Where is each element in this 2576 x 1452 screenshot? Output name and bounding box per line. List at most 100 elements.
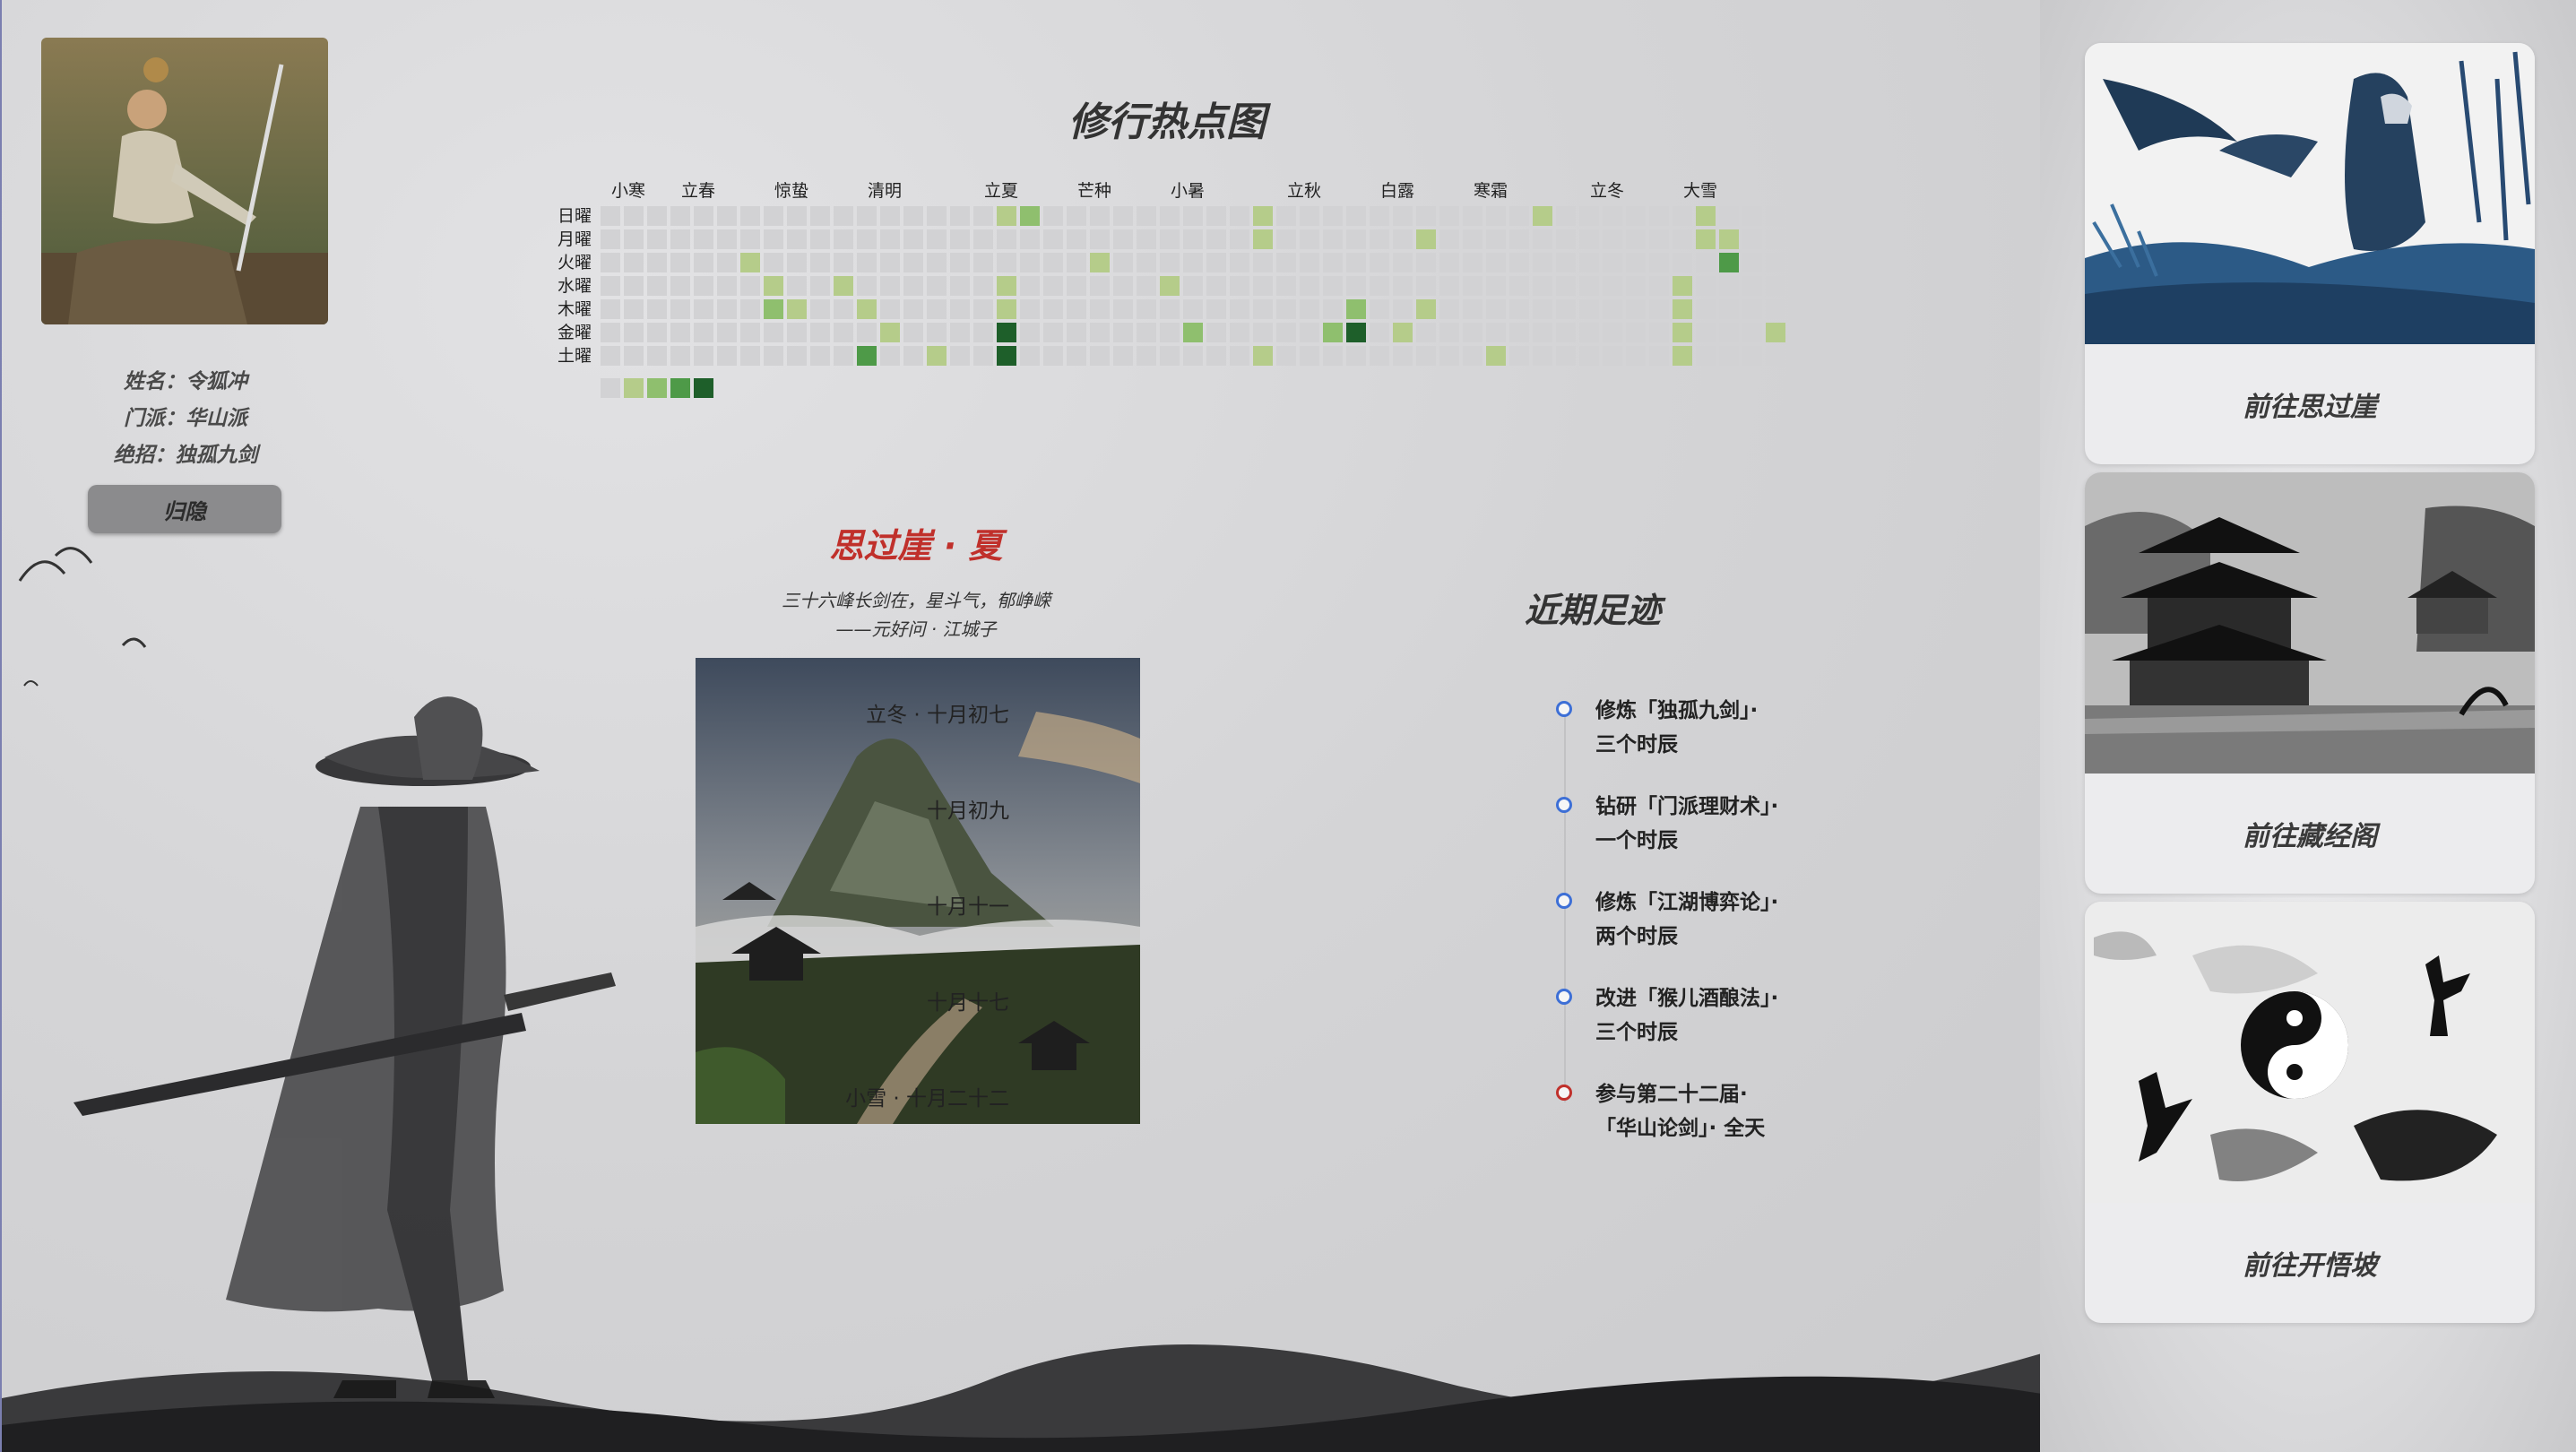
heatmap-cell[interactable] <box>1719 323 1739 342</box>
heatmap-cell[interactable] <box>903 253 923 272</box>
heatmap-cell[interactable] <box>997 346 1016 366</box>
heatmap-cell[interactable] <box>1253 323 1273 342</box>
heatmap-cell[interactable] <box>1393 346 1413 366</box>
heatmap-cell[interactable] <box>834 253 853 272</box>
heatmap-cell[interactable] <box>1276 299 1296 319</box>
heatmap-cell[interactable] <box>1346 323 1366 342</box>
heatmap-cell[interactable] <box>880 276 900 296</box>
heatmap-cell[interactable] <box>1206 206 1226 226</box>
heatmap-cell[interactable] <box>950 323 970 342</box>
heatmap-cell[interactable] <box>1766 206 1785 226</box>
heatmap-cell[interactable] <box>764 206 783 226</box>
heatmap-cell[interactable] <box>1742 206 1762 226</box>
heatmap-cell[interactable] <box>1160 346 1180 366</box>
heatmap-cell[interactable] <box>764 323 783 342</box>
heatmap-cell[interactable] <box>1486 346 1506 366</box>
heatmap-cell[interactable] <box>880 346 900 366</box>
heatmap-cell[interactable] <box>1043 253 1063 272</box>
heatmap-cell[interactable] <box>740 253 760 272</box>
heatmap-cell[interactable] <box>1137 346 1156 366</box>
heatmap-cell[interactable] <box>1766 253 1785 272</box>
heatmap-cell[interactable] <box>1160 276 1180 296</box>
heatmap-cell[interactable] <box>1603 346 1622 366</box>
heatmap-cell[interactable] <box>1253 253 1273 272</box>
heatmap-cell[interactable] <box>1416 323 1436 342</box>
heatmap-cell[interactable] <box>1533 346 1552 366</box>
heatmap-cell[interactable] <box>1230 346 1249 366</box>
heatmap-cell[interactable] <box>647 276 667 296</box>
heatmap-cell[interactable] <box>1439 276 1459 296</box>
heatmap-cell[interactable] <box>1370 229 1389 249</box>
heatmap-cell[interactable] <box>1463 206 1482 226</box>
heatmap-cell[interactable] <box>1486 206 1506 226</box>
heatmap-cell[interactable] <box>601 253 620 272</box>
heatmap-cell[interactable] <box>880 323 900 342</box>
heatmap-cell[interactable] <box>1789 276 1809 296</box>
heatmap-cell[interactable] <box>857 229 877 249</box>
heatmap-cell[interactable] <box>1533 299 1552 319</box>
heatmap-cell[interactable] <box>1439 346 1459 366</box>
heatmap-cell[interactable] <box>601 323 620 342</box>
nav-card-cangjingge[interactable]: 前往藏经阁 <box>2085 472 2535 894</box>
heatmap-cell[interactable] <box>1067 206 1086 226</box>
heatmap-cell[interactable] <box>717 229 737 249</box>
heatmap-cell[interactable] <box>787 346 807 366</box>
heatmap-cell[interactable] <box>1300 299 1319 319</box>
heatmap-cell[interactable] <box>694 253 713 272</box>
heatmap-cell[interactable] <box>624 229 644 249</box>
heatmap-cell[interactable] <box>670 346 690 366</box>
heatmap-cell[interactable] <box>927 299 947 319</box>
heatmap-cell[interactable] <box>1067 229 1086 249</box>
heatmap-cell[interactable] <box>1020 346 1040 366</box>
heatmap-cell[interactable] <box>973 346 993 366</box>
heatmap-cell[interactable] <box>1020 229 1040 249</box>
heatmap-cell[interactable] <box>1113 206 1133 226</box>
heatmap-cell[interactable] <box>1113 299 1133 319</box>
heatmap-cell[interactable] <box>787 253 807 272</box>
heatmap-cell[interactable] <box>834 299 853 319</box>
heatmap-cell[interactable] <box>1603 253 1622 272</box>
heatmap-cell[interactable] <box>1742 299 1762 319</box>
heatmap-cell[interactable] <box>1509 253 1529 272</box>
heatmap-cell[interactable] <box>1020 276 1040 296</box>
heatmap-cell[interactable] <box>1090 346 1110 366</box>
heatmap-cell[interactable] <box>857 276 877 296</box>
heatmap-cell[interactable] <box>1766 323 1785 342</box>
heatmap-cell[interactable] <box>1603 276 1622 296</box>
heatmap-cell[interactable] <box>1789 206 1809 226</box>
heatmap-cell[interactable] <box>1043 323 1063 342</box>
heatmap-cell[interactable] <box>973 206 993 226</box>
heatmap-cell[interactable] <box>647 346 667 366</box>
heatmap-cell[interactable] <box>764 299 783 319</box>
heatmap-cell[interactable] <box>1486 229 1506 249</box>
heatmap-cell[interactable] <box>1253 206 1273 226</box>
heatmap-cell[interactable] <box>1067 323 1086 342</box>
heatmap-cell[interactable] <box>1230 253 1249 272</box>
heatmap-cell[interactable] <box>1626 253 1646 272</box>
heatmap-cell[interactable] <box>1323 229 1343 249</box>
heatmap-cell[interactable] <box>1393 323 1413 342</box>
heatmap-cell[interactable] <box>810 253 830 272</box>
heatmap-cell[interactable] <box>1370 346 1389 366</box>
heatmap-cell[interactable] <box>1113 276 1133 296</box>
heatmap-cell[interactable] <box>1463 253 1482 272</box>
heatmap-cell[interactable] <box>1346 253 1366 272</box>
heatmap-cell[interactable] <box>764 229 783 249</box>
heatmap-cell[interactable] <box>1719 253 1739 272</box>
heatmap-cell[interactable] <box>1673 323 1692 342</box>
heatmap-cell[interactable] <box>1346 299 1366 319</box>
heatmap-cell[interactable] <box>1067 253 1086 272</box>
heatmap-cell[interactable] <box>1673 253 1692 272</box>
heatmap-cell[interactable] <box>1183 323 1203 342</box>
nav-card-kaiwupo[interactable]: 前往开悟坡 <box>2085 902 2535 1323</box>
heatmap-cell[interactable] <box>1230 276 1249 296</box>
heatmap-cell[interactable] <box>973 229 993 249</box>
heatmap-cell[interactable] <box>1276 276 1296 296</box>
heatmap-cell[interactable] <box>1043 346 1063 366</box>
heatmap-cell[interactable] <box>1183 346 1203 366</box>
heatmap-cell[interactable] <box>1439 299 1459 319</box>
heatmap-cell[interactable] <box>1719 276 1739 296</box>
heatmap-cell[interactable] <box>1626 206 1646 226</box>
heatmap-cell[interactable] <box>1416 299 1436 319</box>
heatmap-cell[interactable] <box>1300 323 1319 342</box>
